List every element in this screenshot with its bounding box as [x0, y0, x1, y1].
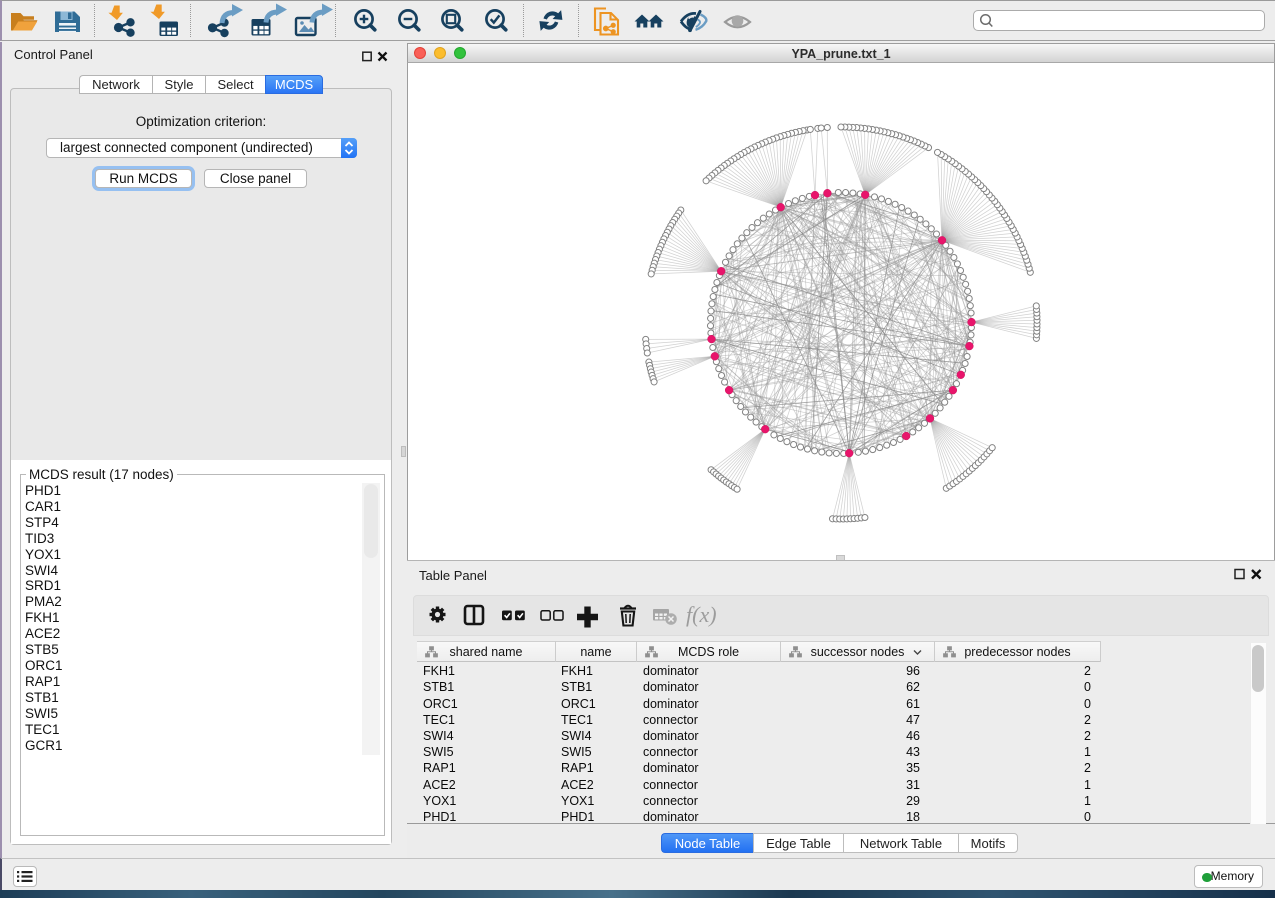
svg-text:f(x): f(x) — [686, 602, 717, 627]
